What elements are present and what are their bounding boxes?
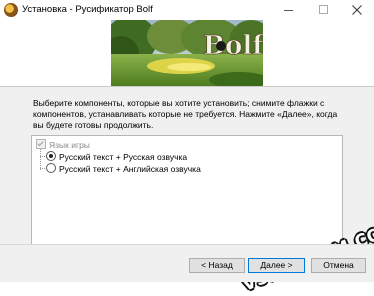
back-button[interactable]: < Назад xyxy=(189,258,245,273)
cancel-button[interactable]: Отмена xyxy=(311,258,366,273)
button-bar: < Назад Далее > Отмена xyxy=(0,245,374,282)
minimize-button[interactable] xyxy=(272,0,306,20)
option-english-voice[interactable]: Русский текст + Английская озвучка xyxy=(46,163,201,174)
tree-line xyxy=(40,168,45,169)
tree-line xyxy=(40,149,41,170)
group-checkbox[interactable] xyxy=(36,139,46,149)
tree-line xyxy=(40,156,45,157)
header-banner: Bolf xyxy=(0,20,374,86)
option-label: Русский текст + Русская озвучка xyxy=(59,152,188,162)
instructions-text: Выберите компоненты, которые вы хотите у… xyxy=(33,98,338,130)
option-russian-voice[interactable]: Русский текст + Русская озвучка xyxy=(46,151,187,162)
app-icon xyxy=(4,3,18,17)
close-icon xyxy=(352,5,362,15)
title-bar: Установка - Русификатор Bolf xyxy=(0,0,374,20)
group-label: Язык игры xyxy=(49,140,90,150)
components-list[interactable]: Язык игры Русский текст + Русская озвучк… xyxy=(31,135,343,261)
next-button[interactable]: Далее > xyxy=(248,258,305,273)
radio-unselected[interactable] xyxy=(46,163,56,173)
banner-logo: Bolf xyxy=(203,31,263,61)
window-title: Установка - Русификатор Bolf xyxy=(22,4,153,15)
component-selection-page: Выберите компоненты, которые вы хотите у… xyxy=(0,87,374,296)
close-button[interactable] xyxy=(340,0,374,20)
game-banner-image: Bolf xyxy=(111,20,263,86)
radio-selected[interactable] xyxy=(46,151,56,161)
component-group-language[interactable]: Язык игры xyxy=(36,139,90,150)
option-label: Русский текст + Английская озвучка xyxy=(59,164,201,174)
maximize-button[interactable] xyxy=(306,0,340,20)
